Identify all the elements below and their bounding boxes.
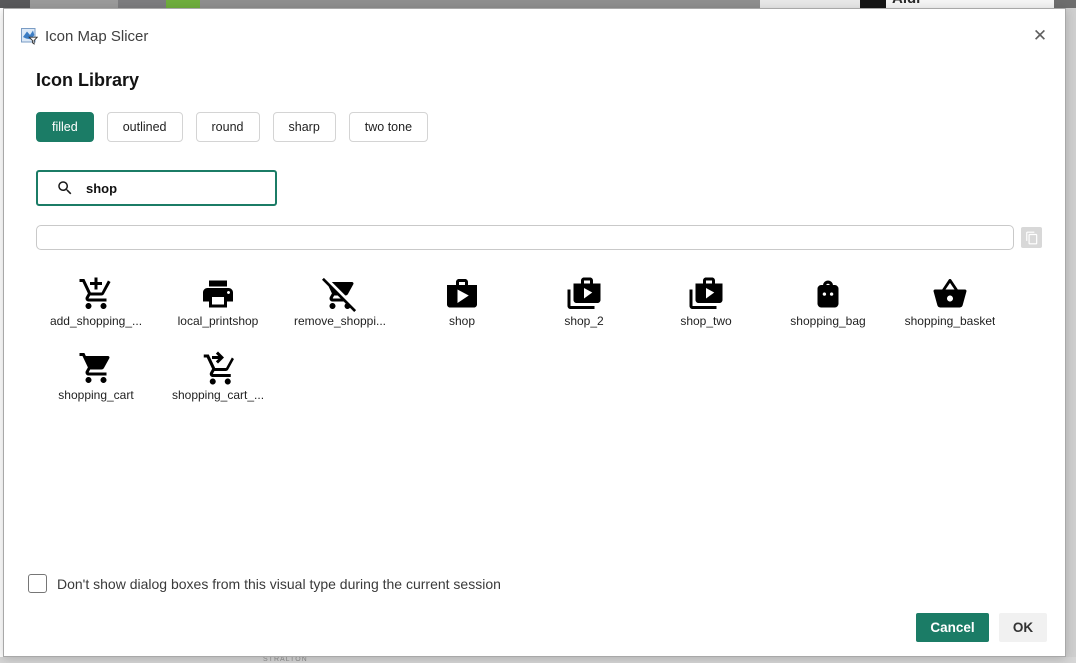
icon-map-slicer-dialog: Icon Map Slicer ✕ Icon Library filled out… [3, 8, 1066, 657]
session-option-row: Don't show dialog boxes from this visual… [28, 574, 501, 593]
style-filter-group: filled outlined round sharp two tone [36, 112, 428, 142]
icon-result-label: remove_shoppi... [294, 314, 386, 328]
copy-icon [1025, 231, 1039, 245]
icon-result-shopping_bag[interactable]: shopping_bag [767, 272, 889, 346]
copy-button[interactable] [1021, 227, 1042, 248]
icon-search-box[interactable] [36, 170, 277, 206]
shop-two-icon [688, 276, 724, 312]
icon-result-remove_shopping_cart[interactable]: remove_shoppi... [279, 272, 401, 346]
search-icon [56, 179, 74, 197]
bg-segment [200, 0, 760, 8]
icon-result-label: add_shopping_... [50, 314, 142, 328]
shop-2-icon [566, 276, 602, 312]
style-filter-sharp[interactable]: sharp [273, 112, 336, 142]
bg-segment [0, 0, 30, 8]
bg-segment [1054, 0, 1076, 8]
icon-result-label: shopping_bag [790, 314, 865, 328]
icon-result-label: shop_2 [564, 314, 603, 328]
icon-result-label: local_printshop [178, 314, 259, 328]
icon-result-shop_2[interactable]: shop_2 [523, 272, 645, 346]
bg-legend-swatch [860, 0, 886, 8]
background-page-right-strip [1066, 8, 1076, 657]
style-filter-outlined[interactable]: outlined [107, 112, 183, 142]
dialog-footer-buttons: Cancel OK [916, 613, 1047, 642]
icon-map-slicer-logo-icon [21, 28, 38, 45]
background-page-bottom-strip: STRALTON [0, 657, 1076, 663]
search-input[interactable] [86, 181, 246, 196]
background-page-top-strip: Aldi [0, 0, 1076, 8]
shopping-basket-icon [932, 276, 968, 312]
icon-result-shop_two[interactable]: shop_two [645, 272, 767, 346]
add-shopping-cart-icon [78, 276, 114, 312]
style-filter-filled[interactable]: filled [36, 112, 94, 142]
icon-result-local_printshop[interactable]: local_printshop [157, 272, 279, 346]
dont-show-checkbox[interactable] [28, 574, 47, 593]
selected-icon-input[interactable] [36, 225, 1014, 250]
bg-segment [118, 0, 166, 8]
icon-result-shop[interactable]: shop [401, 272, 523, 346]
icon-result-shopping_cart_checkout[interactable]: shopping_cart_... [157, 346, 279, 420]
selected-icon-row [36, 225, 1048, 250]
shopping-cart-checkout-icon [200, 350, 236, 386]
icon-result-shopping_basket[interactable]: shopping_basket [889, 272, 1011, 346]
bg-legend-label: Aldi [892, 0, 920, 7]
close-icon[interactable]: ✕ [1027, 23, 1053, 49]
cancel-button[interactable]: Cancel [916, 613, 989, 642]
style-filter-round[interactable]: round [196, 112, 260, 142]
screen: Aldi STRALTON Icon Map Slicer ✕ Icon Lib… [0, 0, 1076, 663]
icon-result-label: shopping_basket [905, 314, 996, 328]
icon-result-label: shop_two [680, 314, 731, 328]
icon-result-shopping_cart[interactable]: shopping_cart [35, 346, 157, 420]
icon-result-label: shop [449, 314, 475, 328]
icon-result-label: shopping_cart [58, 388, 133, 402]
dialog-title: Icon Map Slicer [45, 28, 148, 45]
bg-green-segment [166, 0, 200, 8]
bg-map-label: STRALTON [263, 657, 308, 663]
shopping-bag-icon [810, 276, 846, 312]
ok-button[interactable]: OK [999, 613, 1047, 642]
dont-show-label: Don't show dialog boxes from this visual… [57, 576, 501, 592]
icon-library-heading: Icon Library [36, 70, 139, 91]
shop-icon [444, 276, 480, 312]
local-printshop-icon [200, 276, 236, 312]
remove-shopping-cart-icon [322, 276, 358, 312]
style-filter-two-tone[interactable]: two tone [349, 112, 428, 142]
icon-result-add_shopping_cart[interactable]: add_shopping_... [35, 272, 157, 346]
shopping-cart-icon [78, 350, 114, 386]
bg-segment [760, 0, 860, 8]
icon-result-label: shopping_cart_... [172, 388, 264, 402]
icon-results-grid: add_shopping_... local_printshop remove_sh… [35, 272, 1011, 420]
